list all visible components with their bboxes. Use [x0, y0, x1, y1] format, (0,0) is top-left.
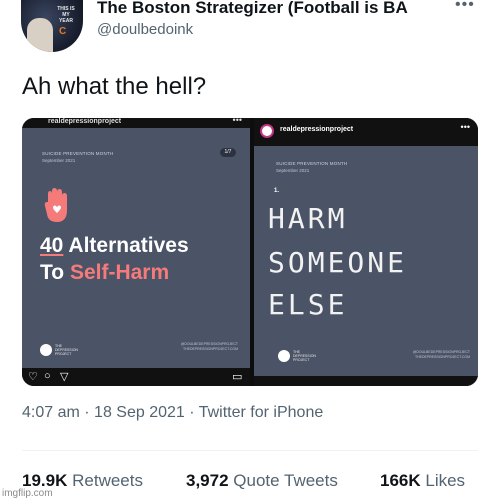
month-label: SUICIDE PREVENTION MONTH [42, 151, 114, 156]
tweet-meta: 4:07 am · 18 Sep 2021 · Twitter for iPho… [22, 404, 323, 422]
ig-action-bar: ♡ ○ ▽ ▭ [22, 368, 250, 386]
avatar-caption: THIS IS MY YEAR [57, 6, 75, 24]
bears-logo-icon: C [59, 26, 67, 37]
retweets-label: Retweets [72, 471, 143, 490]
send-icon[interactable]: ▽ [60, 370, 68, 383]
tweet-time[interactable]: 4:07 am [22, 404, 80, 421]
divider [22, 450, 478, 451]
meta-separator: · [84, 404, 90, 421]
comment-icon[interactable]: ○ [44, 370, 51, 382]
ig-more-icon: ••• [460, 122, 470, 132]
date-label: September 2021 [42, 158, 76, 163]
brand-name: THE DEPRESSION PROJECT [293, 350, 316, 362]
hand-heart-icon [44, 188, 67, 222]
imgflip-watermark: imgflip.com [2, 488, 53, 499]
avatar[interactable]: THIS IS MY YEAR C [21, 0, 83, 52]
credits-site: THEDEPRESSIONPROJECT.COM [414, 355, 470, 359]
post-title-to: To [40, 261, 70, 284]
depression-project-logo-icon [40, 344, 52, 356]
date-label: September 2021 [276, 168, 310, 173]
post-title-number: 40 [40, 234, 64, 257]
credits-site: THEDEPRESSIONPROJECT.COM [182, 347, 238, 351]
right-panel-footer [254, 376, 478, 386]
post-title-line1: 40 Alternatives [40, 234, 189, 258]
media-image-left[interactable]: realdepressionproject ••• SUICIDE PREVEN… [22, 118, 250, 386]
ellipsis-icon[interactable]: ••• [455, 0, 479, 14]
tweet-date[interactable]: 18 Sep 2021 [94, 404, 185, 421]
ig-post-header: realdepressionproject ••• [22, 118, 250, 128]
heart-icon[interactable]: ♡ [28, 370, 38, 383]
ig-account-name: realdepressionproject [280, 126, 354, 133]
quote-tweets-stat[interactable]: 3,972 Quote Tweets [186, 471, 338, 491]
tweet-source[interactable]: Twitter for iPhone [199, 404, 324, 421]
likes-label: Likes [425, 471, 466, 490]
post-title-highlight: Self-Harm [69, 261, 170, 284]
avatar-figure [27, 18, 53, 52]
quote-tweets-label: Quote Tweets [233, 471, 338, 490]
tweet-media[interactable]: realdepressionproject ••• SUICIDE PREVEN… [22, 118, 478, 386]
tweet-text: Ah what the hell? [22, 73, 207, 100]
ig-avatar [260, 124, 274, 138]
likes-count: 166K [380, 471, 421, 490]
tweet-header: THIS IS MY YEAR C The Boston Strategizer… [0, 0, 500, 60]
item-line3: ELSE [268, 288, 348, 321]
slide-counter: 1/7 [220, 148, 236, 157]
user-handle[interactable]: @doulbedoink [97, 21, 193, 38]
brand-name: THE DEPRESSION PROJECT [55, 344, 78, 356]
ig-post-header: realdepressionproject ••• [254, 118, 478, 146]
item-line1: HARM [268, 202, 348, 235]
credits: @DOULBEDEPRESSIONPROJECT THEDEPRESSIONPR… [172, 342, 238, 352]
depression-project-logo-icon [278, 350, 290, 362]
meta-separator: · [189, 404, 195, 421]
item-line2: SOMEONE [268, 246, 408, 279]
ig-account-name: realdepressionproject [48, 118, 122, 125]
quote-tweets-count: 3,972 [186, 471, 229, 490]
ig-more-icon: ••• [232, 118, 242, 125]
post-title-line2: To Self-Harm [40, 261, 169, 285]
post-title-rest: Alternatives [63, 234, 189, 257]
credits: @DOULBEDEPRESSIONPROJECT THEDEPRESSIONPR… [404, 350, 470, 360]
display-name[interactable]: The Boston Strategizer (Football is BA [97, 0, 408, 18]
media-image-right[interactable]: realdepressionproject ••• SUICIDE PREVEN… [254, 118, 478, 386]
likes-stat[interactable]: 166K Likes [380, 471, 465, 491]
item-number: 1. [274, 188, 280, 194]
carousel-dots [122, 376, 152, 380]
month-label: SUICIDE PREVENTION MONTH [276, 161, 348, 166]
bookmark-icon[interactable]: ▭ [232, 370, 242, 383]
